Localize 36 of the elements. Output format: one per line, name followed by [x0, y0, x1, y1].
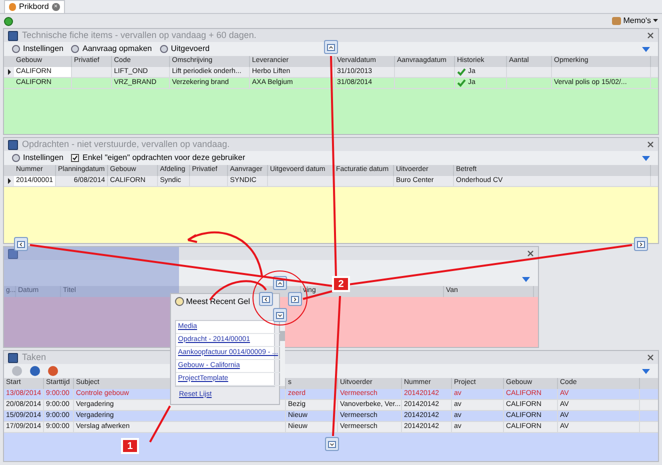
scrollbar[interactable] [280, 320, 286, 386]
panel-title: Taken [22, 351, 46, 364]
dock-guide-icon[interactable] [273, 308, 287, 322]
user-icon [9, 3, 16, 11]
checkbox[interactable] [71, 154, 80, 162]
toolbar-button[interactable]: Instellingen [12, 43, 64, 55]
dock-guide-icon[interactable] [259, 292, 273, 306]
dock-guide-icon[interactable] [634, 237, 648, 251]
dock-guide-icon[interactable] [14, 237, 28, 251]
close-icon[interactable] [527, 250, 534, 257]
popup-title: Meest Recent Gel [186, 296, 250, 308]
panel-icon [8, 352, 18, 362]
toolbar-button[interactable]: Aanvraag opmaken [71, 43, 152, 55]
memos-button[interactable]: Memo's [612, 15, 658, 27]
row-pointer-icon [8, 69, 10, 75]
toolbar-button[interactable]: Uitgevoerd [160, 43, 210, 55]
panel-icon [8, 248, 18, 258]
callout-badge: 2 [332, 276, 350, 292]
dock-guide-icon[interactable] [324, 40, 338, 54]
close-icon[interactable] [647, 354, 654, 361]
clock-icon [175, 297, 184, 306]
close-icon[interactable] [647, 141, 654, 148]
caret-icon [653, 19, 658, 23]
callout-badge: 1 [121, 438, 139, 454]
panel-icon [8, 140, 18, 150]
checkbox-label: Enkel "eigen" opdrachten voor deze gebruiker [82, 152, 246, 164]
panel-icon [8, 30, 18, 40]
row-pointer-icon [8, 178, 10, 184]
panel-title: Opdrachten - niet verstuurde, vervallen op vandaag. [22, 138, 230, 151]
panel-title: Technische fiche items - vervallen op vandaag + 60 dagen. [22, 29, 256, 42]
toolbar-button[interactable]: Instellingen [12, 152, 64, 164]
close-icon[interactable] [647, 32, 654, 39]
dock-guide-icon[interactable] [325, 437, 339, 451]
dock-guide-icon[interactable] [288, 292, 302, 306]
tab-label: Prikbord [19, 1, 49, 13]
refresh-icon[interactable] [4, 16, 13, 26]
